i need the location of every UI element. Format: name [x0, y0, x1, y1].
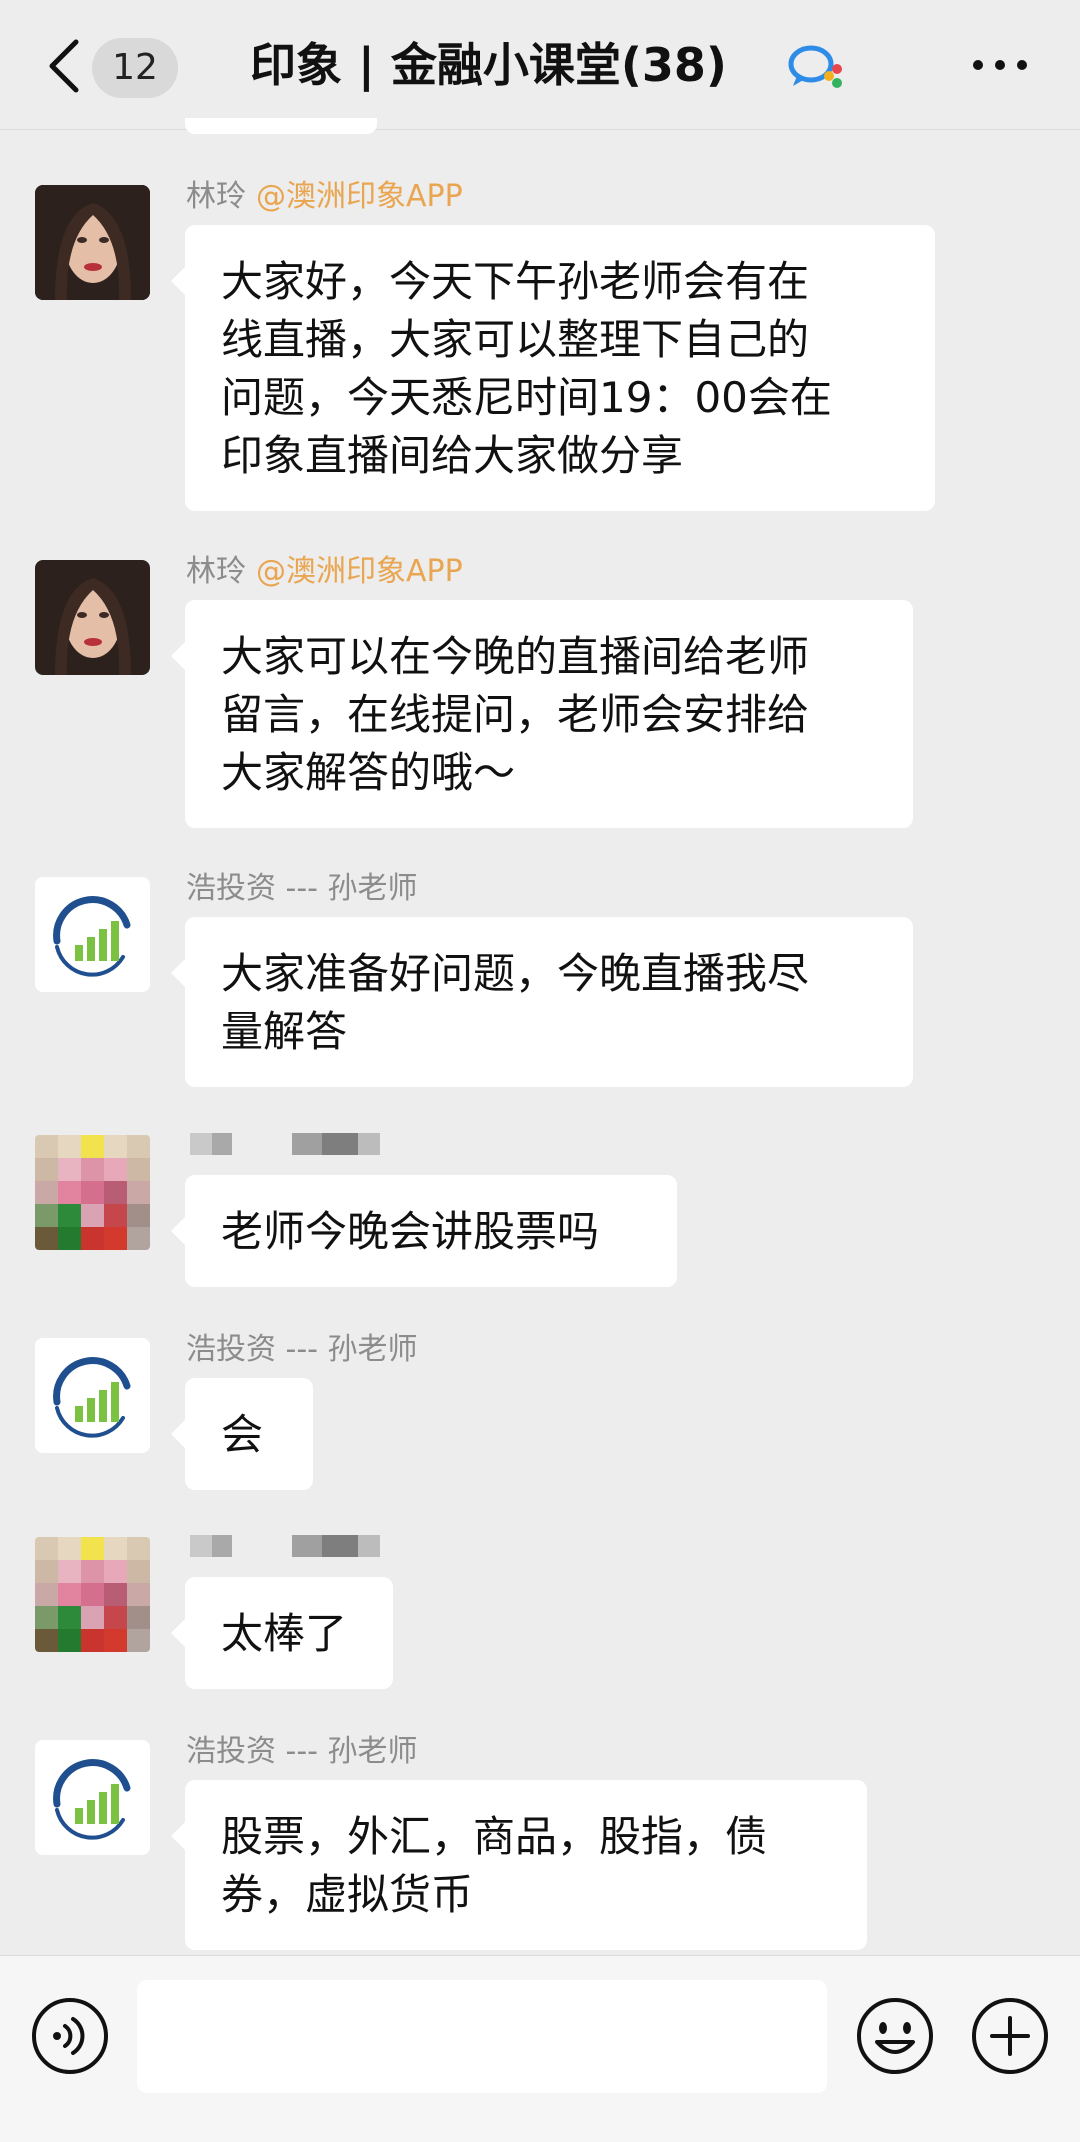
chevron-left-icon[interactable]: [40, 36, 90, 96]
emoji-icon[interactable]: [855, 1996, 935, 2076]
plus-icon[interactable]: [970, 1996, 1050, 2076]
message-bubble[interactable]: 老师今晚会讲股票吗: [171, 1175, 677, 1287]
message-input[interactable]: [137, 1980, 827, 2093]
sender-name: 林玲 @澳洲印象APP: [186, 177, 463, 217]
sender-name: 浩投资 --- 孙老师: [186, 1732, 418, 1772]
woman-portrait-icon: [35, 185, 150, 300]
growth-chart-logo-icon: [35, 1338, 150, 1453]
message-bubble[interactable]: 太棒了: [171, 1577, 393, 1689]
sender-avatar-pixelated[interactable]: [35, 1135, 150, 1250]
sender-avatar[interactable]: [35, 1338, 150, 1453]
sender-name-text: 浩投资 --- 孙老师: [186, 1332, 418, 1367]
growth-chart-logo-icon: [35, 1740, 150, 1855]
woman-portrait-icon: [35, 560, 150, 675]
previous-message-bubble-edge: [185, 118, 377, 134]
message-text: 大家好，今天下午孙老师会有在 线直播，大家可以整理下自己的 问题，今天悉尼时间1…: [221, 257, 832, 480]
message-bubble[interactable]: 大家可以在今晚的直播间给老师 留言，在线提问，老师会安排给 大家解答的哦～: [171, 600, 913, 828]
sender-name: 浩投资 --- 孙老师: [186, 1330, 418, 1370]
unread-count-badge[interactable]: 12: [92, 38, 178, 98]
message-bubble[interactable]: 股票，外汇，商品，股指，债 券，虚拟货币: [171, 1780, 867, 1950]
sender-avatar[interactable]: [35, 877, 150, 992]
message-text: 大家可以在今晚的直播间给老师 留言，在线提问，老师会安排给 大家解答的哦～: [221, 632, 810, 797]
message-bubble[interactable]: 大家准备好问题，今晚直播我尽 量解答: [171, 917, 913, 1087]
input-bar: [0, 1955, 1080, 2142]
message-bubble[interactable]: 大家好，今天下午孙老师会有在 线直播，大家可以整理下自己的 问题，今天悉尼时间1…: [171, 225, 935, 511]
chat-header: 12 印象 | 金融小课堂(38): [0, 0, 1080, 130]
sender-name-text: 浩投资 --- 孙老师: [186, 871, 418, 906]
group-title: 印象 | 金融小课堂(38): [250, 38, 727, 92]
message-text: 大家准备好问题，今晚直播我尽 量解答: [221, 949, 810, 1056]
message-text: 会: [221, 1410, 264, 1459]
message-text: 老师今晚会讲股票吗: [221, 1207, 600, 1256]
voice-icon[interactable]: [30, 1996, 110, 2076]
sender-tag: @澳洲印象APP: [256, 179, 463, 214]
sender-name: 林玲 @澳洲印象APP: [186, 552, 463, 592]
sender-tag: @澳洲印象APP: [256, 554, 463, 589]
message-text: 太棒了: [221, 1609, 348, 1658]
sender-avatar-pixelated[interactable]: [35, 1537, 150, 1652]
sender-name-text: 林玲: [186, 179, 246, 214]
message-text: 股票，外汇，商品，股指，债 券，虚拟货币: [221, 1812, 768, 1919]
sender-name-text: 林玲: [186, 554, 246, 589]
sender-name-text: 浩投资 --- 孙老师: [186, 1734, 418, 1769]
sender-name-pixelated: [190, 1133, 380, 1159]
message-bubble[interactable]: 会: [171, 1378, 313, 1490]
sender-avatar[interactable]: [35, 185, 150, 300]
sender-name-pixelated: [190, 1535, 380, 1561]
more-dots-icon[interactable]: [970, 50, 1030, 80]
sender-name: 浩投资 --- 孙老师: [186, 869, 418, 909]
sender-avatar[interactable]: [35, 1740, 150, 1855]
enterprise-chat-icon: [788, 45, 842, 88]
growth-chart-logo-icon: [35, 877, 150, 992]
sender-avatar[interactable]: [35, 560, 150, 675]
